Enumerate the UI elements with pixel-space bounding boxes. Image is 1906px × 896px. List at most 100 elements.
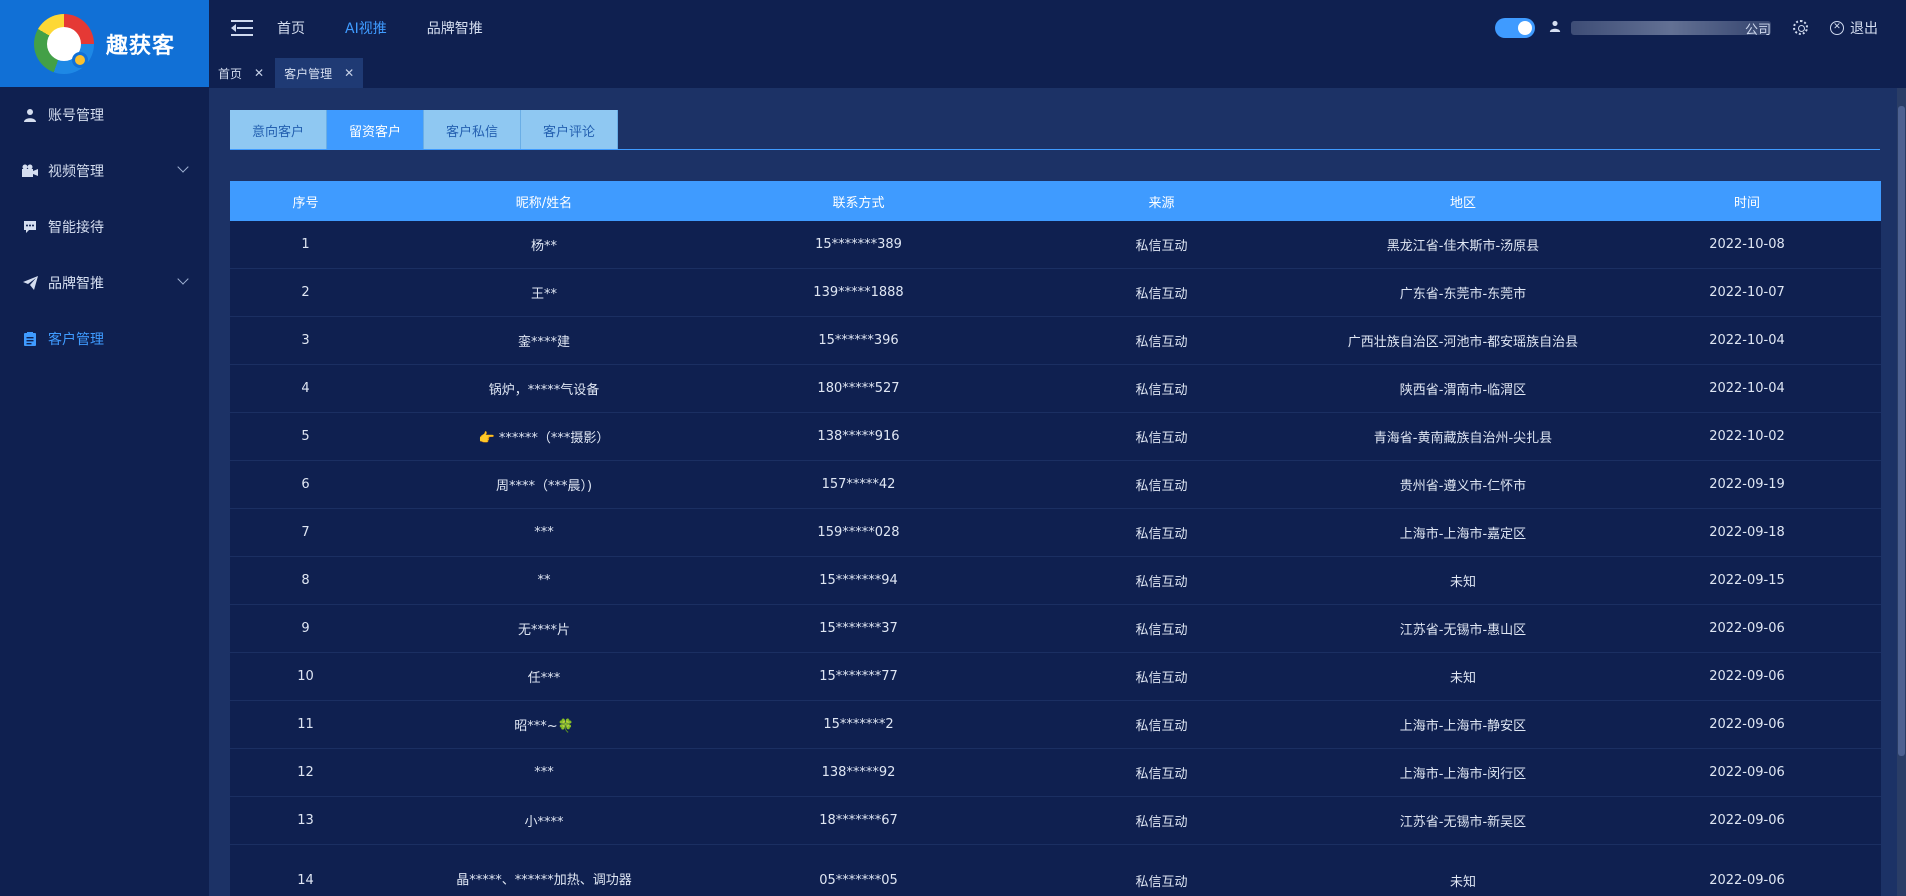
table-cell: 2022-09-06 [1709,873,1785,888]
top-nav-ai-push[interactable]: AI视推 [345,18,387,38]
column-header[interactable]: 地区 [1313,192,1613,211]
table-row[interactable]: 14 晶*****、******加热、调功器 05*******05 私信互动 未知 20… [230,845,1881,896]
table-cell: 任*** [527,671,561,686]
table-cell: 上海市-上海市-静安区 [1399,719,1527,734]
table-cell: 5 [301,429,310,444]
table-cell: 2022-10-04 [1709,381,1785,396]
table-cell: 私信互动 [1135,479,1188,494]
tab-lead-customers[interactable]: 留资客户 [327,110,424,150]
table-row[interactable]: 5 👉 ******（***摄影） 138*****916 私信互动 青海省-黄南藏族自… [230,413,1881,461]
table-cell: 2022-09-06 [1709,621,1785,636]
table-cell: 私信互动 [1135,623,1188,638]
table-cell: 11 [297,717,314,732]
table-cell: 2022-09-06 [1709,765,1785,780]
table-cell: 私信互动 [1135,239,1188,254]
company-name: 公司 [1571,20,1771,38]
sidebar-item-account[interactable]: 账号管理 [0,87,209,143]
table-row[interactable]: 6 周****（***晨）) 157*****42 私信互动 贵州省-遵义市-仁怀市 20… [230,461,1881,509]
sidebar-item-label: 视频管理 [48,164,104,180]
table-row[interactable]: 8 ** 15*******94 私信互动 未知 2022-09-15 [230,557,1881,605]
table-cell: 周****（***晨）) [495,479,593,494]
table-cell: 05*******05 [819,873,898,888]
table-cell: 9 [301,621,310,636]
gear-icon[interactable] [1793,20,1808,35]
tab-divider [230,149,1880,150]
table-cell: 銮****建 [517,335,570,350]
table-row[interactable]: 4 锅炉，*****气设备 180*****527 私信互动 陕西省-渭南市-临渭区 20… [230,365,1881,413]
table-row[interactable]: 10 任*** 15*******77 私信互动 未知 2022-09-06 [230,653,1881,701]
logout-label: 退出 [1850,20,1878,37]
customer-table: 序号 昵称/姓名 联系方式 来源 地区 时间 1 杨** 15*******389 私… [230,181,1881,896]
column-header[interactable]: 联系方式 [707,192,1010,211]
table-cell: 私信互动 [1135,875,1188,890]
table-cell: 👉 ******（***摄影） [478,431,610,446]
sidebar: 趣获客 账号管理 视频管理 智能接待 品牌智推 客户管理 [0,0,209,896]
column-header[interactable]: 序号 [230,192,381,211]
close-icon[interactable]: ✕ [344,66,354,80]
brand-logo[interactable]: 趣获客 [0,0,209,87]
table-cell: 小**** [524,815,564,830]
table-cell: 私信互动 [1135,335,1188,350]
table-row[interactable]: 9 无****片 15*******37 私信互动 江苏省-无锡市-惠山区 2022-09… [230,605,1881,653]
close-circle-icon: ✕ [1830,20,1844,35]
table-cell: 江苏省-无锡市-惠山区 [1399,623,1527,638]
tab-customer-comments[interactable]: 客户评论 [521,110,618,150]
table-row[interactable]: 3 銮****建 15******396 私信互动 广西壮族自治区-河池市-都安瑶族自治… [230,317,1881,365]
table-row[interactable]: 11 昭***~🍀 15*******2 私信互动 上海市-上海市-静安区 2022-09… [230,701,1881,749]
sidebar-item-label: 智能接待 [48,220,104,236]
menu-collapse-icon[interactable] [231,19,253,36]
table-row[interactable]: 13 小**** 18*******67 私信互动 江苏省-无锡市-新吴区 2022-09… [230,797,1881,845]
table-cell: 18*******67 [819,813,898,828]
table-row[interactable]: 2 王** 139*****1888 私信互动 广东省-东莞市-东莞市 2022-10-0… [230,269,1881,317]
table-cell: 私信互动 [1135,719,1188,734]
table-row[interactable]: 1 杨** 15*******389 私信互动 黑龙江省-佳木斯市-汤原县 2022-10… [230,221,1881,269]
table-cell: 陕西省-渭南市-临渭区 [1399,383,1527,398]
table-cell: 私信互动 [1135,815,1188,830]
logout-button[interactable]: ✕ 退出 [1830,18,1878,38]
scrollbar-thumb[interactable] [1898,106,1905,756]
table-cell: 私信互动 [1135,383,1188,398]
table-cell: 杨** [530,239,557,254]
page-tab-customer[interactable]: 客户管理 ✕ [275,58,364,88]
page-tab-label: 客户管理 [284,66,333,81]
tab-customer-messages[interactable]: 客户私信 [424,110,521,150]
table-cell: 上海市-上海市-嘉定区 [1399,527,1527,542]
table-cell: 6 [301,477,310,492]
top-nav-brand-push[interactable]: 品牌智推 [427,18,483,38]
table-cell: 未知 [1449,575,1476,590]
top-nav-home[interactable]: 首页 [277,18,305,38]
close-icon[interactable]: ✕ [254,66,264,80]
vertical-scrollbar[interactable] [1897,88,1906,896]
table-cell: 2022-09-15 [1709,573,1785,588]
page-tab-home[interactable]: 首页 ✕ [209,58,273,88]
column-header[interactable]: 昵称/姓名 [381,192,707,211]
table-cell: 贵州省-遵义市-仁怀市 [1399,479,1527,494]
table-cell: *** [534,525,554,540]
table-cell: 未知 [1449,671,1476,686]
column-header[interactable]: 来源 [1010,192,1313,211]
table-cell: 159*****028 [817,525,900,540]
theme-toggle[interactable] [1495,17,1535,38]
table-cell: 10 [297,669,314,684]
table-row[interactable]: 12 *** 138*****92 私信互动 上海市-上海市-闵行区 2022-09-06 [230,749,1881,797]
sidebar-item-customer[interactable]: 客户管理 [0,311,209,367]
table-cell: 8 [301,573,310,588]
video-icon [22,163,38,179]
table-cell: 15*******37 [819,621,898,636]
table-cell: 14 [297,873,314,888]
chevron-down-icon [177,273,189,285]
tab-intent-customers[interactable]: 意向客户 [230,110,327,150]
sidebar-item-brand-push[interactable]: 品牌智推 [0,255,209,311]
table-body: 1 杨** 15*******389 私信互动 黑龙江省-佳木斯市-汤原县 2022-10… [230,221,1881,896]
sidebar-item-video[interactable]: 视频管理 [0,143,209,199]
table-row[interactable]: 7 *** 159*****028 私信互动 上海市-上海市-嘉定区 2022-09-18 [230,509,1881,557]
table-cell: 王** [530,287,557,302]
table-cell: 无****片 [517,623,570,638]
table-cell: 180*****527 [817,381,900,396]
paper-plane-icon [22,275,38,291]
table-cell: 2022-09-19 [1709,477,1785,492]
table-cell: ** [537,573,551,588]
table-cell: 私信互动 [1135,431,1188,446]
column-header[interactable]: 时间 [1613,192,1881,211]
sidebar-item-reception[interactable]: 智能接待 [0,199,209,255]
